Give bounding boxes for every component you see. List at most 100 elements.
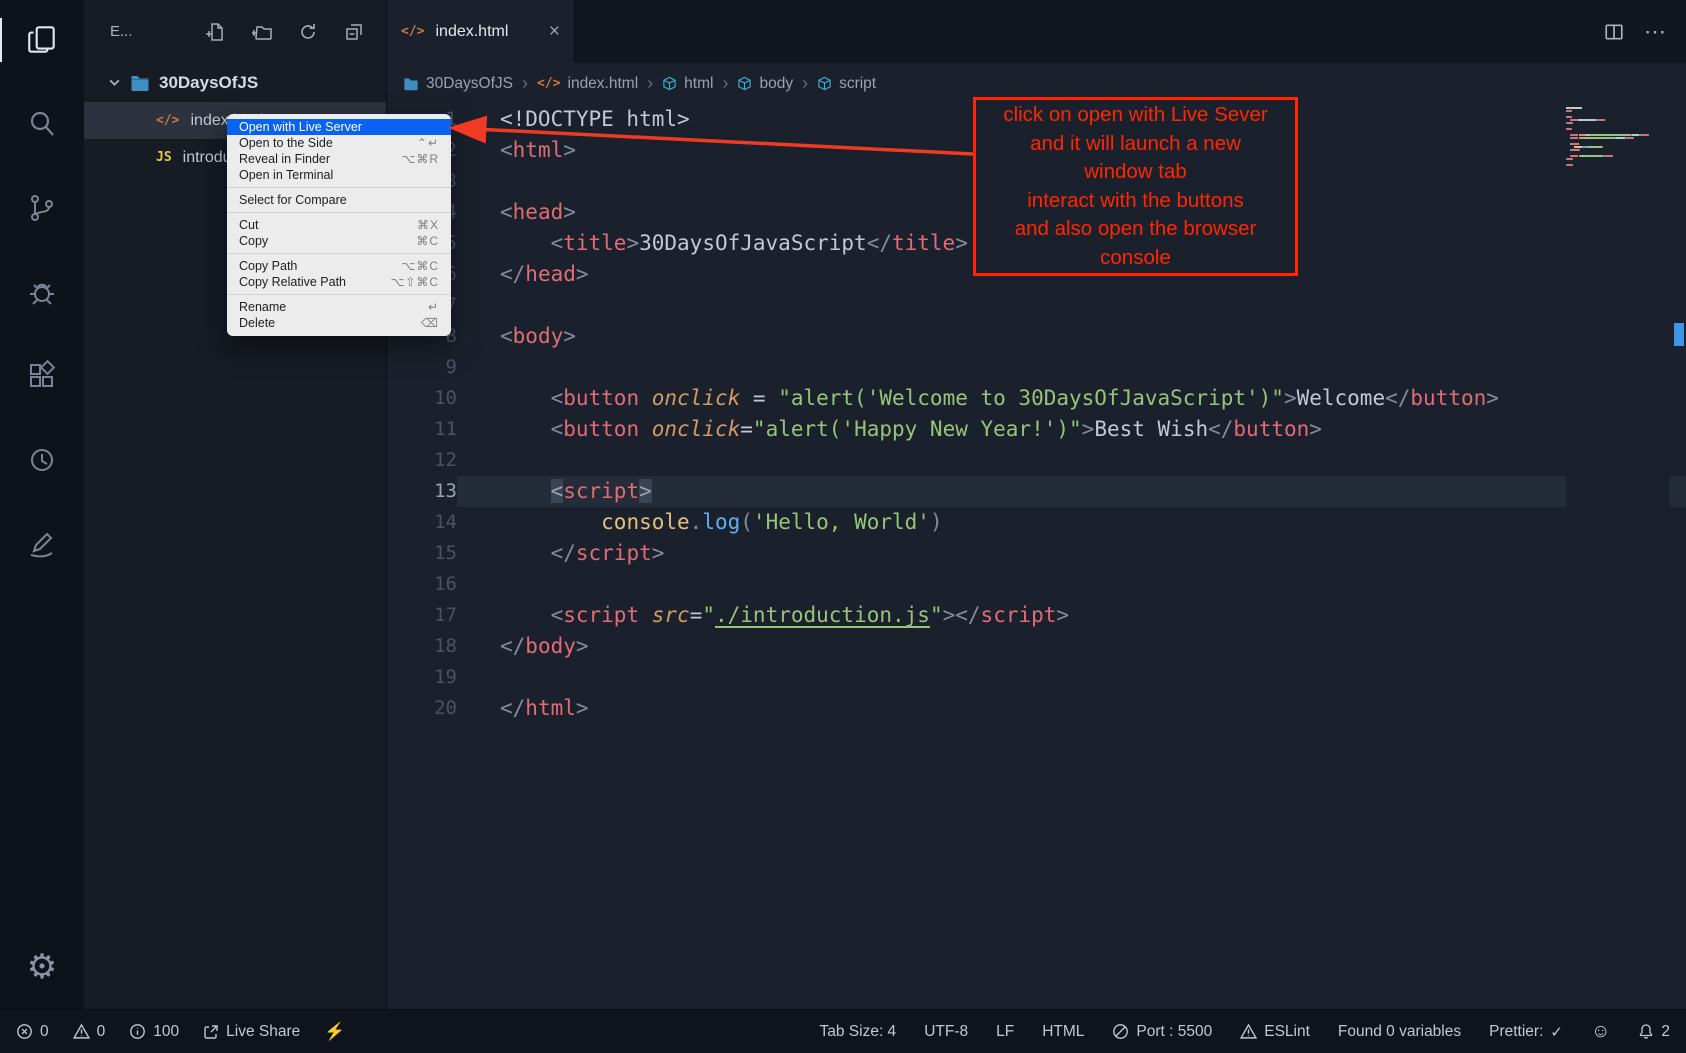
status-warnings[interactable]: 0	[73, 1023, 106, 1041]
menu-separator	[227, 294, 451, 295]
warning-icon	[1240, 1023, 1257, 1040]
line-number: 11	[387, 414, 457, 445]
search-icon[interactable]	[20, 102, 64, 146]
breadcrumb-item-file[interactable]: </> index.html	[537, 75, 638, 93]
html-file-icon: </>	[537, 76, 560, 91]
chevron-right-icon: ›	[647, 73, 653, 94]
feedback-smiley-icon[interactable]: ☺	[1591, 1021, 1610, 1043]
lightning-icon[interactable]: ⚡	[324, 1022, 345, 1042]
html-file-icon: </>	[156, 113, 179, 128]
collapse-all-icon[interactable]	[344, 22, 364, 42]
context-menu: Open with Live ServerOpen to the Side⌃↵R…	[227, 114, 451, 336]
split-editor-icon[interactable]	[1604, 22, 1624, 42]
status-tab-size[interactable]: Tab Size: 4	[820, 1023, 897, 1041]
code-line[interactable]: 14 console.log('Hello, World')	[387, 507, 1686, 538]
breadcrumb-item-folder[interactable]: 30DaysOfJS	[403, 75, 513, 93]
activity-bar: ⚙	[0, 0, 84, 1009]
breadcrumb-item-html[interactable]: html	[662, 75, 713, 93]
breadcrumb-item-script[interactable]: script	[817, 75, 876, 93]
chevron-right-icon: ›	[722, 73, 728, 94]
js-file-icon: JS	[156, 150, 172, 165]
minimap[interactable]	[1566, 104, 1670, 1009]
code-line[interactable]: 19	[387, 662, 1686, 693]
refresh-icon[interactable]	[298, 22, 318, 42]
code-line[interactable]: 15 </script>	[387, 538, 1686, 569]
menu-item-select-for-compare[interactable]: Select for Compare	[227, 192, 451, 208]
html-file-icon: </>	[401, 24, 424, 39]
symbol-cube-icon	[662, 76, 677, 91]
folder-label: 30DaysOfJS	[159, 73, 258, 93]
line-number: 10	[387, 383, 457, 414]
explorer-icon[interactable]	[20, 18, 64, 62]
status-port[interactable]: Port : 5500	[1112, 1023, 1212, 1041]
status-info[interactable]: 100	[129, 1023, 179, 1041]
menu-item-open-in-terminal[interactable]: Open in Terminal	[227, 167, 451, 183]
warning-icon	[73, 1023, 90, 1040]
history-icon[interactable]	[20, 438, 64, 482]
notifications-bell[interactable]: 2	[1638, 1023, 1670, 1041]
explorer-title: E...	[110, 23, 133, 40]
feedback-pen-icon[interactable]	[20, 522, 64, 566]
code-line[interactable]: 17 <script src="./introduction.js"></scr…	[387, 600, 1686, 631]
menu-item-reveal-in-finder[interactable]: Reveal in Finder⌥⌘R	[227, 151, 451, 167]
status-eol[interactable]: LF	[996, 1023, 1014, 1041]
code-line[interactable]: 18</body>	[387, 631, 1686, 662]
status-errors[interactable]: 0	[16, 1023, 49, 1041]
check-icon: ✓	[1550, 1023, 1563, 1041]
status-language[interactable]: HTML	[1042, 1023, 1084, 1041]
menu-item-open-with-live-server[interactable]: Open with Live Server	[227, 119, 451, 135]
line-number: 15	[387, 538, 457, 569]
source-control-icon[interactable]	[20, 186, 64, 230]
share-icon	[203, 1024, 219, 1040]
new-file-icon[interactable]	[206, 22, 226, 42]
status-variables[interactable]: Found 0 variables	[1338, 1023, 1461, 1041]
menu-item-copy[interactable]: Copy⌘C	[227, 233, 451, 249]
status-bar: 0 0 100 Live Share ⚡	[0, 1009, 1686, 1053]
more-actions-icon[interactable]: ⋯	[1644, 21, 1666, 43]
code-line[interactable]: 12	[387, 445, 1686, 476]
line-number: 20	[387, 693, 457, 724]
status-encoding[interactable]: UTF-8	[924, 1023, 968, 1041]
menu-item-cut[interactable]: Cut⌘X	[227, 217, 451, 233]
status-prettier[interactable]: Prettier: ✓	[1489, 1023, 1563, 1041]
line-number: 19	[387, 662, 457, 693]
code-line[interactable]: 20</html>	[387, 693, 1686, 724]
line-number: 14	[387, 507, 457, 538]
code-line[interactable]: 16	[387, 569, 1686, 600]
code-line[interactable]: 9	[387, 352, 1686, 383]
explorer-header: E...	[84, 0, 386, 63]
line-number: 12	[387, 445, 457, 476]
overview-ruler-marker[interactable]	[1674, 323, 1684, 346]
menu-item-open-to-the-side[interactable]: Open to the Side⌃↵	[227, 135, 451, 151]
live-share-button[interactable]: Live Share	[203, 1023, 300, 1041]
run-debug-icon[interactable]	[20, 270, 64, 314]
code-line[interactable]: 13 <script>	[387, 476, 1686, 507]
code-line[interactable]: 7	[387, 290, 1686, 321]
tab-bar: </> index.html × ⋯	[387, 0, 1686, 63]
menu-item-rename[interactable]: Rename↵	[227, 299, 451, 315]
status-eslint[interactable]: ESLint	[1240, 1023, 1310, 1041]
code-line[interactable]: 10 <button onclick = "alert('Welcome to …	[387, 383, 1686, 414]
error-icon	[16, 1023, 33, 1040]
code-line[interactable]: 11 <button onclick="alert('Happy New Yea…	[387, 414, 1686, 445]
tab-index-html[interactable]: </> index.html ×	[387, 0, 575, 63]
menu-item-delete[interactable]: Delete⌫	[227, 315, 451, 331]
extensions-icon[interactable]	[20, 354, 64, 398]
close-tab-icon[interactable]: ×	[549, 21, 560, 43]
breadcrumb-item-body[interactable]: body	[737, 75, 793, 93]
settings-gear-icon[interactable]: ⚙	[20, 945, 64, 989]
line-number: 9	[387, 352, 457, 383]
annotation-box: click on open with Live Sever and it wil…	[973, 97, 1298, 276]
menu-item-copy-relative-path[interactable]: Copy Relative Path⌥⇧⌘C	[227, 274, 451, 290]
new-folder-icon[interactable]	[252, 22, 272, 42]
symbol-cube-icon	[817, 76, 832, 91]
menu-separator	[227, 187, 451, 188]
folder-row-30daysofjs[interactable]: 30DaysOfJS	[84, 63, 386, 102]
code-line[interactable]: 8<body>	[387, 321, 1686, 352]
line-number: 13	[387, 476, 457, 507]
menu-item-copy-path[interactable]: Copy Path⌥⌘C	[227, 258, 451, 274]
line-number: 16	[387, 569, 457, 600]
chevron-right-icon: ›	[802, 73, 808, 94]
chevron-right-icon: ›	[522, 73, 528, 94]
line-number: 17	[387, 600, 457, 631]
